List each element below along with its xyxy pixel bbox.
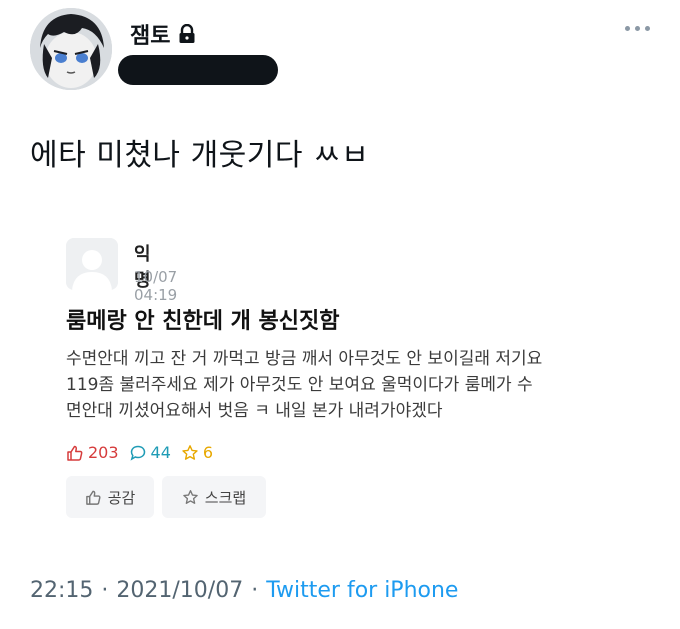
meta-separator: · [101,578,109,603]
tweet-time[interactable]: 22:15 [30,578,93,603]
meta-separator: · [251,578,259,603]
likes-count: 203 [88,443,119,462]
embed-body-line: 수면안대 끼고 잔 거 까먹고 방금 깨서 아무것도 안 보이길래 저기요 [66,349,543,369]
scrap-button-label: 스크랩 [204,488,247,507]
scraps-count: 6 [202,443,214,462]
like-button[interactable]: 공감 [66,476,154,518]
tweet-source-link[interactable]: Twitter for iPhone [266,578,458,603]
embed-time: 10/07 04:19 [134,268,178,304]
likes-stat: 203 [66,443,119,462]
comment-icon [130,445,145,461]
avatar[interactable] [30,8,112,90]
embed-title: 룸메랑 안 친한데 개 봉신짓함 [66,309,340,334]
comments-stat: 44 [129,443,171,462]
embed-body-line: 면안대 끼셨어요해서 벗음 ㅋ 내일 본가 내려가야겠다 [66,401,443,421]
more-options-icon[interactable] [625,26,650,31]
tweet-text: 에타 미쳤나 개웃기다 ㅆㅂ [30,138,370,173]
embed-body: 수면안대 끼고 잔 거 까먹고 방금 깨서 아무것도 안 보이길래 저기요 11… [66,346,626,424]
thumbs-up-icon [67,445,83,461]
display-name[interactable]: 잼토 [130,18,196,50]
comments-count: 44 [150,443,171,462]
lock-icon [178,24,196,44]
embed-stats: 203 44 6 [66,443,213,462]
embed-body-line: 119좀 불러주세요 제가 아무것도 안 보여요 울먹이다가 룸메가 수 [66,375,533,395]
handle-redacted [118,55,278,85]
tweet-meta: 22:15 · 2021/10/07 · Twitter for iPhone [30,578,458,603]
tweet-date[interactable]: 2021/10/07 [116,578,243,603]
anonymous-avatar-icon [66,238,118,290]
author-name[interactable]: 잼토 [130,18,170,50]
scrap-button[interactable]: 스크랩 [162,476,266,518]
scraps-stat: 6 [181,443,213,462]
thumbs-up-icon [85,490,101,505]
star-icon [183,489,198,504]
tweet-page: 잼토 에타 미쳤나 개웃기다 ㅆㅂ 익명 10/07 04:19 룸메랑 안 친… [0,0,680,629]
avatar-image [30,8,112,90]
like-button-label: 공감 [107,488,136,507]
star-icon [182,444,198,460]
